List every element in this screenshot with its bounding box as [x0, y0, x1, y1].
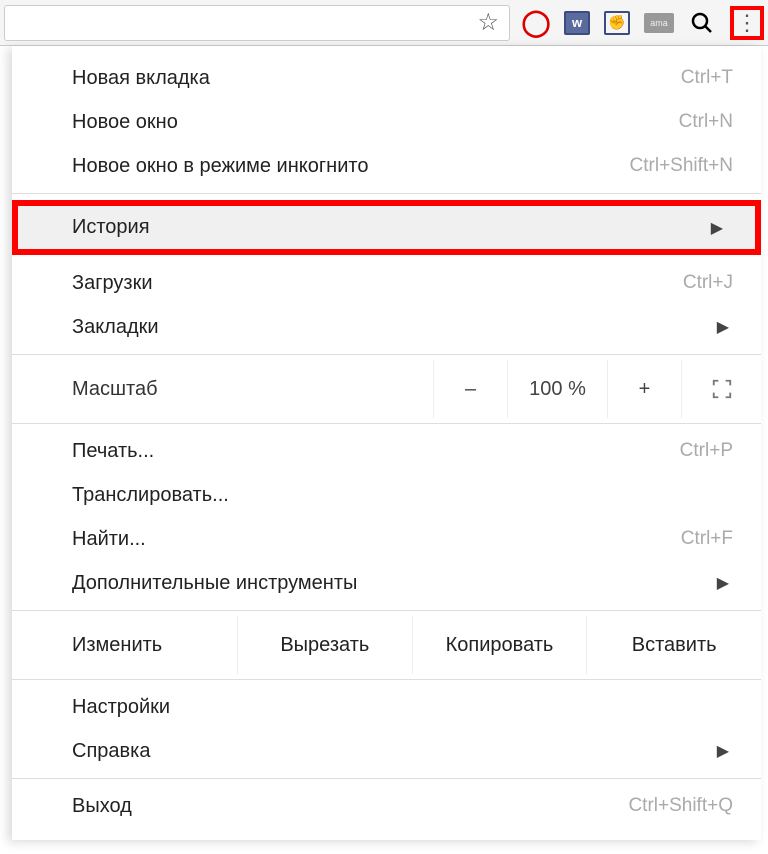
browser-toolbar: ☆ ◯ w ✊ ama ⋮ — [0, 0, 768, 46]
menu-label: Новое окно — [72, 111, 178, 134]
zoom-in-button[interactable]: + — [607, 360, 681, 418]
menu-label: Справка — [72, 740, 150, 763]
menu-item-edit: Изменить Вырезать Копировать Вставить — [12, 616, 761, 674]
menu-label: История — [72, 216, 150, 239]
menu-item-downloads[interactable]: Загрузки Ctrl+J — [12, 261, 761, 305]
chevron-right-icon: ▶ — [711, 218, 727, 238]
menu-icon[interactable]: ⋮ — [730, 6, 764, 40]
menu-label: Выход — [72, 795, 132, 818]
shortcut: Ctrl+T — [681, 67, 733, 89]
menu-item-settings[interactable]: Настройки — [12, 685, 761, 729]
shortcut: Ctrl+Shift+Q — [628, 795, 733, 817]
menu-label: Печать... — [72, 440, 154, 463]
extension-icons: ◯ w ✊ ama ⋮ — [522, 6, 764, 40]
shortcut: Ctrl+F — [681, 528, 733, 550]
menu-label: Транслировать... — [72, 484, 229, 507]
adblock-icon[interactable]: ◯ — [522, 9, 550, 37]
separator — [12, 778, 761, 779]
address-bar[interactable]: ☆ — [4, 5, 510, 41]
menu-item-zoom: Масштаб – 100 % + — [12, 360, 761, 418]
menu-label: Новая вкладка — [72, 67, 210, 90]
menu-label: Загрузки — [72, 272, 153, 295]
fullscreen-icon[interactable] — [681, 360, 761, 418]
edit-label: Изменить — [12, 616, 238, 674]
menu-item-history[interactable]: История ▶ — [12, 200, 761, 255]
menu-item-more-tools[interactable]: Дополнительные инструменты ▶ — [12, 561, 761, 605]
zoom-out-button[interactable]: – — [433, 360, 507, 418]
shortcut: Ctrl+P — [680, 440, 733, 462]
menu-item-bookmarks[interactable]: Закладки ▶ — [12, 305, 761, 349]
menu-label: Масштаб — [12, 378, 433, 401]
shortcut: Ctrl+J — [683, 272, 733, 294]
chevron-right-icon: ▶ — [717, 741, 733, 761]
separator — [12, 354, 761, 355]
cut-button[interactable]: Вырезать — [238, 616, 413, 674]
chevron-right-icon: ▶ — [717, 317, 733, 337]
menu-item-help[interactable]: Справка ▶ — [12, 729, 761, 773]
shortcut: Ctrl+Shift+N — [630, 155, 733, 177]
menu-label: Закладки — [72, 316, 159, 339]
main-menu: Новая вкладка Ctrl+T Новое окно Ctrl+N Н… — [12, 46, 761, 840]
menu-item-cast[interactable]: Транслировать... — [12, 473, 761, 517]
chevron-right-icon: ▶ — [717, 573, 733, 593]
separator — [12, 193, 761, 194]
menu-label: Найти... — [72, 528, 146, 551]
menu-item-print[interactable]: Печать... Ctrl+P — [12, 429, 761, 473]
search-icon[interactable] — [688, 9, 716, 37]
menu-label: Настройки — [72, 696, 170, 719]
separator — [12, 679, 761, 680]
zoom-value: 100 % — [507, 360, 607, 418]
menu-item-exit[interactable]: Выход Ctrl+Shift+Q — [12, 784, 761, 828]
menu-item-new-tab[interactable]: Новая вкладка Ctrl+T — [12, 56, 761, 100]
shortcut: Ctrl+N — [679, 111, 733, 133]
separator — [12, 610, 761, 611]
menu-item-incognito[interactable]: Новое окно в режиме инкогнито Ctrl+Shift… — [12, 144, 761, 188]
menu-item-find[interactable]: Найти... Ctrl+F — [12, 517, 761, 561]
menu-label: Новое окно в режиме инкогнито — [72, 155, 368, 178]
fist-icon[interactable]: ✊ — [604, 11, 630, 35]
paste-button[interactable]: Вставить — [587, 616, 761, 674]
star-icon[interactable]: ☆ — [477, 8, 499, 37]
ama-icon[interactable]: ama — [644, 13, 674, 33]
menu-item-new-window[interactable]: Новое окно Ctrl+N — [12, 100, 761, 144]
copy-button[interactable]: Копировать — [413, 616, 588, 674]
vk-icon[interactable]: w — [564, 11, 590, 35]
separator — [12, 423, 761, 424]
menu-label: Дополнительные инструменты — [72, 572, 357, 595]
